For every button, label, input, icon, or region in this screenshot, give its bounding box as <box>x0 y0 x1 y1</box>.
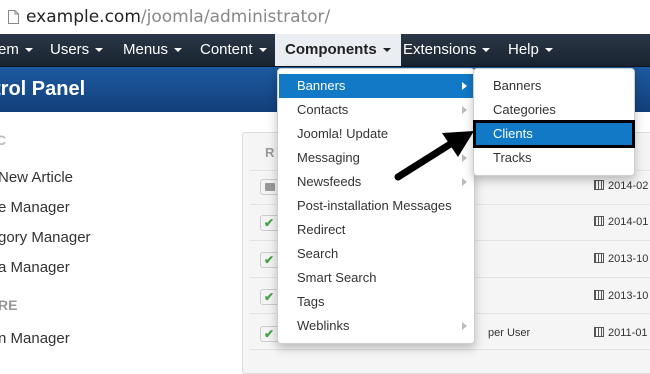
date-cell: 2014-02 <box>594 180 648 192</box>
chevron-down-icon <box>24 48 33 53</box>
page-title: trol Panel <box>0 78 86 100</box>
sidebar-heading: C <box>0 132 7 148</box>
menu-item-label: Tags <box>297 294 325 309</box>
chevron-down-icon <box>258 48 267 53</box>
nav-content-label: Content <box>200 41 253 58</box>
url-text[interactable]: example.com/joomla/administrator/ <box>26 7 330 27</box>
check-icon: ✔ <box>264 290 275 304</box>
sidebar-item-article-manager[interactable]: e Manager <box>0 199 70 216</box>
sidebar-item-module-manager[interactable]: n Manager <box>0 330 70 347</box>
chevron-down-icon <box>382 48 391 53</box>
nav-extensions[interactable]: Extensions <box>393 34 500 66</box>
nav-menus[interactable]: Menus <box>113 34 192 66</box>
menu-item-label: Smart Search <box>297 270 377 285</box>
menu-item-label: Redirect <box>297 222 346 237</box>
submenu-item-categories[interactable]: Categories <box>475 98 633 122</box>
chevron-right-icon <box>462 106 467 114</box>
menu-item-redirect[interactable]: Redirect <box>279 218 473 242</box>
nav-extensions-label: Extensions <box>403 41 477 58</box>
menu-item-tags[interactable]: Tags <box>279 290 473 314</box>
menu-item-label: Contacts <box>297 102 349 117</box>
menu-item-weblinks[interactable]: Weblinks <box>279 314 473 338</box>
submenu-item-banners[interactable]: Banners <box>475 74 633 98</box>
menu-item-banners[interactable]: Banners <box>279 74 473 98</box>
calendar-icon <box>594 290 604 300</box>
admin-navbar: em Users Menus Content Components Extens… <box>0 34 650 67</box>
submenu-item-label: Tracks <box>493 150 532 165</box>
calendar-icon <box>594 253 604 263</box>
menu-item-label: Weblinks <box>297 318 350 333</box>
menu-item-label: Post-installation Messages <box>297 198 452 213</box>
menu-item-label: Joomla! Update <box>297 126 389 141</box>
banners-submenu: Banners Categories Clients Tracks <box>473 68 635 176</box>
calendar-icon <box>594 216 604 226</box>
nav-help[interactable]: Help <box>498 34 563 66</box>
menu-item-contacts[interactable]: Contacts <box>279 98 473 122</box>
nav-menus-label: Menus <box>123 41 169 58</box>
date-value: 2013-10 <box>608 290 649 302</box>
submenu-item-label: Clients <box>493 126 533 141</box>
menu-item-label: Newsfeeds <box>297 174 362 189</box>
page-icon <box>8 10 19 24</box>
url-host: example.com <box>26 7 141 27</box>
submenu-item-label: Banners <box>493 78 542 93</box>
sidebar-item-category-manager[interactable]: gory Manager <box>0 229 91 246</box>
check-icon: ✔ <box>264 216 275 230</box>
date-value: 2013-10 <box>608 253 649 265</box>
url-path: /joomla/administrator/ <box>140 7 331 27</box>
sidebar-section-heading: RE <box>0 297 18 313</box>
date-value: 2014-02 <box>608 180 649 192</box>
row-divider <box>250 349 650 350</box>
check-icon: ✔ <box>264 253 275 267</box>
chevron-down-icon <box>482 48 491 53</box>
nav-users[interactable]: Users <box>40 34 113 66</box>
menu-item-label: Banners <box>297 78 346 93</box>
date-cell: 2013-10 <box>594 253 648 265</box>
chevron-down-icon <box>174 48 183 53</box>
date-cell: 2014-01 <box>594 216 648 228</box>
nav-system-label: em <box>0 41 19 58</box>
submenu-item-clients[interactable]: Clients <box>473 120 635 148</box>
check-icon: ✔ <box>264 327 275 341</box>
nav-help-label: Help <box>508 41 539 58</box>
nav-components[interactable]: Components <box>275 34 401 66</box>
components-dropdown: Banners Contacts Joomla! Update Messagin… <box>277 68 475 344</box>
menu-item-smart-search[interactable]: Smart Search <box>279 266 473 290</box>
sidebar-item-media-manager[interactable]: a Manager <box>0 259 70 276</box>
nav-components-label: Components <box>285 41 377 58</box>
address-bar[interactable]: example.com/joomla/administrator/ <box>0 0 650 35</box>
archive-icon <box>265 183 275 191</box>
date-cell: 2011-01 <box>594 327 648 339</box>
nav-users-label: Users <box>50 41 90 58</box>
date-value: 2014-01 <box>608 216 649 228</box>
chevron-right-icon <box>462 82 467 90</box>
panel-column-header: R <box>265 145 275 160</box>
submenu-item-label: Categories <box>493 102 556 117</box>
calendar-icon <box>594 180 604 190</box>
nav-system[interactable]: em <box>0 34 43 66</box>
pointer-arrow-icon <box>394 131 474 181</box>
author-cell: per User <box>488 327 531 339</box>
menu-item-label: Search <box>297 246 339 261</box>
chevron-down-icon <box>544 48 553 53</box>
chevron-right-icon <box>462 322 467 330</box>
nav-content[interactable]: Content <box>190 34 277 66</box>
sidebar-item-new-article[interactable]: New Article <box>0 169 73 186</box>
menu-item-post-installation-messages[interactable]: Post-installation Messages <box>279 194 473 218</box>
calendar-icon <box>594 327 604 337</box>
submenu-item-tracks[interactable]: Tracks <box>475 146 633 170</box>
chevron-down-icon <box>95 48 104 53</box>
date-value: 2011-01 <box>608 327 648 339</box>
menu-item-search[interactable]: Search <box>279 242 473 266</box>
date-cell: 2013-10 <box>594 290 648 302</box>
menu-item-label: Messaging <box>297 150 360 165</box>
